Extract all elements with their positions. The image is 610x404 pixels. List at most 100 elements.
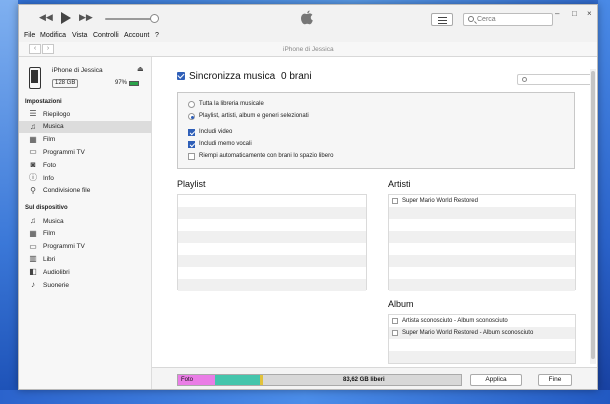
play-icon[interactable]	[61, 12, 71, 24]
list-item[interactable]: Super Mario World Restored - Album scono…	[389, 327, 575, 339]
sidebar-item-device-film[interactable]: ▦ Film	[19, 228, 151, 240]
list-row-background	[178, 255, 366, 267]
sidebar-item-settings-condivisione-file[interactable]: ⚲ Condivisione file	[19, 185, 151, 197]
radio-button[interactable]	[188, 101, 195, 108]
apple-logo-icon	[301, 10, 313, 25]
tv-icon: ▭	[29, 241, 37, 251]
forward-button[interactable]: ›	[42, 44, 54, 54]
sidebar-item-device-suonerie[interactable]: ♪ Suonerie	[19, 279, 151, 291]
menu-file[interactable]: File	[24, 32, 35, 39]
scrollbar-thumb[interactable]	[591, 71, 595, 359]
desktop-wallpaper-right	[598, 0, 610, 404]
summary-icon: ☰	[29, 109, 37, 118]
checkbox[interactable]	[188, 141, 195, 148]
menu-controlli[interactable]: Controlli	[93, 32, 119, 39]
settings-header: Impostazioni	[25, 99, 62, 105]
checkbox[interactable]	[188, 129, 195, 136]
playlist-title: Playlist	[177, 179, 206, 189]
menu-bar: File Modifica Vista Controlli Account ?	[19, 30, 597, 42]
album-title: Album	[388, 299, 414, 309]
sidebar-item-settings-foto[interactable]: ◙ Foto	[19, 159, 151, 171]
sidebar-item-device-audiolibri[interactable]: ◧ Audiolibri	[19, 266, 151, 278]
radio-button[interactable]	[188, 113, 195, 120]
volume-knob[interactable]	[150, 14, 159, 23]
sidebar-item-label: Riepilogo	[43, 110, 71, 118]
list-item-label: Super Mario World Restored - Album scono…	[402, 329, 534, 336]
main-content: Sincronizza musica 0 brani Tutta la libr…	[152, 57, 597, 389]
album-list[interactable]: Artista sconosciuto - Album sconosciuto S…	[388, 314, 576, 364]
minimize-button[interactable]: –	[555, 9, 559, 18]
list-row-background	[389, 339, 575, 351]
sidebar-item-label: Programmi TV	[43, 148, 85, 156]
checkbox[interactable]	[392, 197, 398, 204]
book-icon: ▥	[29, 254, 37, 264]
sidebar-item-label: Programmi TV	[43, 243, 85, 251]
back-button[interactable]: ‹	[29, 44, 41, 54]
sidebar-item-device-musica[interactable]: ♫ Musica	[19, 215, 151, 227]
menu-account[interactable]: Account	[124, 32, 149, 39]
menu-modifica[interactable]: Modifica	[40, 32, 66, 39]
list-row-background	[389, 267, 575, 279]
capacity-badge: 128 GB	[52, 79, 79, 88]
sidebar-item-settings-programmi-tv[interactable]: ▭ Programmi TV	[19, 146, 151, 158]
list-row-background	[389, 243, 575, 255]
list-row-background	[389, 351, 575, 363]
eject-icon[interactable]: ⏏	[137, 65, 144, 73]
list-item-label: Super Mario World Restored	[402, 197, 478, 204]
sidebar-item-settings-musica[interactable]: ♫ Musica	[19, 120, 151, 133]
film-icon: ▦	[29, 134, 37, 144]
list-view-button[interactable]	[431, 13, 453, 26]
vertical-scrollbar[interactable]	[590, 69, 596, 364]
playlist-list[interactable]	[177, 194, 367, 291]
fast-forward-icon[interactable]: ▶▶	[79, 13, 93, 22]
desktop-wallpaper-bottom	[0, 390, 610, 404]
checkbox[interactable]	[392, 317, 398, 324]
maximize-button[interactable]: □	[572, 9, 577, 18]
list-item[interactable]: Super Mario World Restored	[389, 195, 575, 207]
footer-bar: Foto 83,62 GB liberi Applica Fine	[152, 367, 597, 389]
song-count: 0 brani	[281, 71, 312, 82]
sidebar-item-device-libri[interactable]: ▥ Libri	[19, 253, 151, 265]
rewind-icon[interactable]: ◀◀	[39, 13, 53, 22]
navigation-bar: ‹ › iPhone di Jessica	[19, 42, 597, 57]
device-name: iPhone di Jessica	[52, 67, 103, 74]
sidebar-item-label: Libri	[43, 255, 56, 263]
close-button[interactable]: ×	[587, 9, 592, 18]
battery-icon	[129, 81, 139, 86]
artists-title: Artisti	[388, 179, 411, 189]
option-label: Playlist, artisti, album e generi selezi…	[199, 113, 309, 119]
search-icon	[468, 16, 474, 22]
artists-list[interactable]: Super Mario World Restored	[388, 194, 576, 291]
title-bar: ◀◀ ▶▶ Cerca – □ ×	[19, 5, 597, 30]
sidebar-item-label: Condivisione file	[43, 187, 91, 195]
film-icon: ▦	[29, 228, 37, 238]
sidebar-item-settings-info[interactable]: ⓘ Info	[19, 172, 151, 184]
list-row-background	[178, 279, 366, 291]
menu-vista[interactable]: Vista	[72, 32, 87, 39]
menu-help[interactable]: ?	[155, 32, 159, 39]
music-icon: ♫	[30, 216, 36, 225]
sidebar-item-settings-film[interactable]: ▦ Film	[19, 134, 151, 146]
storage-segment-2	[260, 375, 263, 385]
checkbox[interactable]	[188, 153, 195, 160]
content-search-field[interactable]	[517, 74, 592, 85]
itunes-window: ◀◀ ▶▶ Cerca – □ × File Modifica Vista Co…	[18, 4, 598, 390]
storage-segment-1	[214, 375, 261, 385]
sidebar-item-device-programmi-tv[interactable]: ▭ Programmi TV	[19, 241, 151, 253]
volume-slider[interactable]	[105, 18, 155, 20]
done-button[interactable]: Fine	[538, 374, 572, 386]
option-label: Riempi automaticamente con brani lo spaz…	[199, 153, 334, 159]
sidebar-item-label: Audiolibri	[43, 268, 70, 276]
camera-icon: ◙	[30, 160, 36, 170]
tv-icon: ▭	[29, 147, 37, 157]
desktop-wallpaper-left	[0, 0, 18, 404]
share-icon: ⚲	[30, 185, 36, 195]
sync-music-checkbox[interactable]	[177, 72, 185, 80]
list-row-background	[178, 231, 366, 243]
apply-button[interactable]: Applica	[470, 374, 522, 386]
search-field[interactable]: Cerca	[463, 13, 553, 26]
list-item[interactable]: Artista sconosciuto - Album sconosciuto	[389, 315, 575, 327]
checkbox[interactable]	[392, 329, 398, 336]
storage-bar: Foto 83,62 GB liberi	[177, 374, 462, 386]
sidebar-item-settings-riepilogo[interactable]: ☰ Riepilogo	[19, 108, 151, 120]
